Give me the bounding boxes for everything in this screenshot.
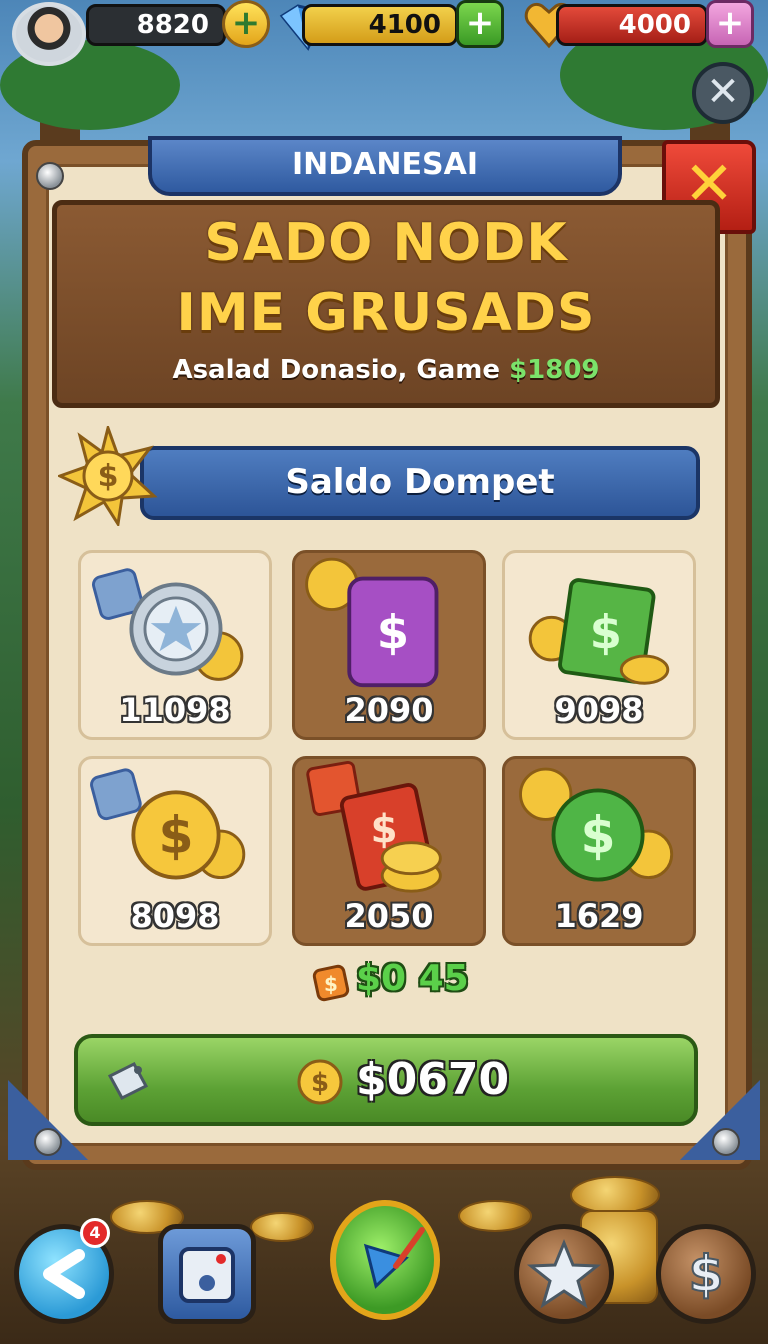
shop-button[interactable]: $ [656,1224,756,1324]
svg-text:$: $ [324,972,338,996]
player-avatar[interactable] [12,2,86,66]
tile-amount: 9098 [554,691,644,729]
coin-counter: 8820 [86,4,226,46]
wallet-label: Saldo Dompet [285,462,555,502]
inventory-button[interactable] [158,1224,256,1324]
svg-text:$: $ [311,1068,329,1098]
rivet-icon [712,1128,740,1156]
red-cash-stack-icon: $ [306,760,442,893]
heart-amount: 4000 [618,10,691,40]
close-icon-button[interactable]: ✕ [692,62,754,124]
price-note-text: $0 45 [356,958,469,999]
inventory-box-icon [179,1247,235,1303]
headline-line-2: IME GRUSADS [176,283,596,343]
tile-amount: 2090 [344,691,434,729]
svg-text:$: $ [590,605,622,659]
ground-coin-icon [250,1212,314,1242]
ground-coin-icon [458,1200,532,1232]
add-coins-button[interactable]: + [222,0,270,48]
heart-counter: 4000 [556,4,708,46]
svg-text:$: $ [158,805,193,864]
price-note: $ $0 45 [310,958,470,1008]
add-hearts-button[interactable]: + [706,0,754,48]
wallet-tile[interactable]: $ 9098 [502,550,696,740]
wallet-tile[interactable]: $ 2050 [292,756,486,946]
star-icon [526,1239,602,1309]
shopping-tag-icon [107,1062,149,1100]
svg-text:$: $ [580,805,615,864]
rivet-icon [36,162,64,190]
wallet-tile[interactable]: $ 2090 [292,550,486,740]
headline-board: SADO NODK IME GRUSADS Asalad Donasio, Ga… [52,200,720,408]
gold-coins-icon: $ [90,768,246,880]
silver-gear-coins-icon [92,568,244,681]
wallet-tile[interactable]: $ 8098 [78,756,272,946]
coin-amount: 8820 [136,10,209,40]
purchase-price: $0670 [356,1054,510,1105]
notification-badge: 4 [80,1218,110,1248]
wallet-tile[interactable]: $ 1629 [502,756,696,946]
gem-amount: 4100 [368,10,441,40]
panel-title: INDANESAI [148,136,622,196]
ticket-icon: $ [312,964,350,1002]
tile-amount: 1629 [554,897,644,935]
wallet-header: Saldo Dompet [140,446,700,520]
ground-coin-icon [570,1176,660,1214]
headline-subtitle: Asalad Donasio, Game $1809 [57,355,715,385]
add-gems-button[interactable]: + [456,0,504,48]
tile-amount: 2050 [344,897,434,935]
tile-amount: 11098 [119,691,231,729]
dollar-icon: $ [688,1244,725,1304]
resource-bar: 8820 + 4100 + 4000 + [0,0,768,66]
svg-text:$: $ [689,1245,724,1303]
play-button[interactable] [330,1200,440,1320]
purple-wallet-icon: $ [305,557,439,688]
tile-amount: 8098 [130,897,220,935]
wallet-tile[interactable]: 11098 [78,550,272,740]
gold-star-coin-icon: $ [58,426,158,526]
headline-line-1: SADO NODK [204,213,568,273]
purchase-button[interactable]: $ $0670 [74,1034,698,1126]
svg-text:$: $ [98,459,119,494]
green-cash-icon: $ [528,578,670,685]
coin-icon: $ [297,1059,343,1105]
green-coin-icon: $ [519,767,674,882]
svg-text:$: $ [377,605,409,659]
compass-icon [363,1227,425,1289]
gem-counter: 4100 [302,4,458,46]
subtitle-amount: $1809 [509,355,600,385]
favorites-button[interactable] [514,1224,614,1324]
rivet-icon [34,1128,62,1156]
subtitle-text: Asalad Donasio, Game [172,355,510,385]
